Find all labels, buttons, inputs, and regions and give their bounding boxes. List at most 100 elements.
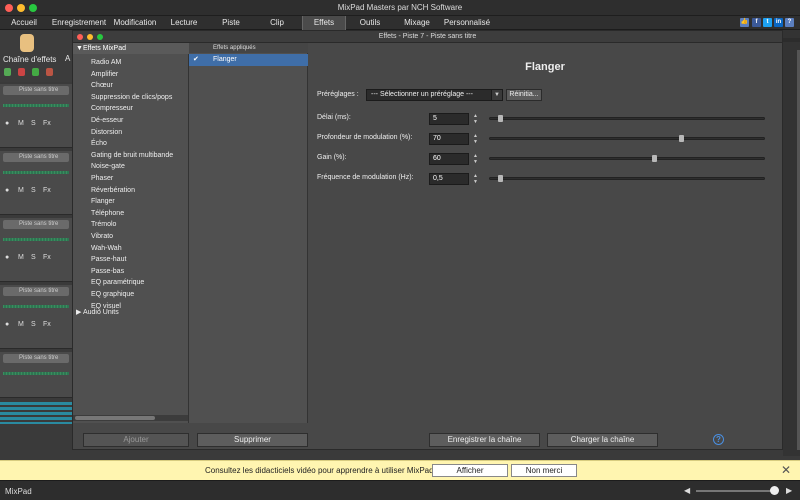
delay-stepper[interactable]: ▲ ▼ <box>472 113 479 125</box>
effect-list-item[interactable]: Chœur <box>91 82 113 89</box>
tree-root-mixpad[interactable]: ▼Effets MixPad <box>73 43 189 54</box>
track-header[interactable]: Piste sans titre ● M S Fx <box>0 285 72 349</box>
mute-button[interactable]: M <box>18 187 24 194</box>
preset-dropdown[interactable]: --- Sélectionner un préréglage --- <box>366 89 503 101</box>
effect-list-item[interactable]: Trémolo <box>91 221 116 228</box>
linkedin-icon[interactable]: in <box>774 18 783 27</box>
depth-input[interactable]: 70 <box>429 133 469 145</box>
solo-button[interactable]: S <box>31 187 36 194</box>
remove-button[interactable]: Supprimer <box>197 433 308 447</box>
like-icon[interactable]: 👍 <box>740 18 749 27</box>
track-header[interactable]: Piste sans titre ● M S Fx <box>0 218 72 282</box>
track-header[interactable]: Piste sans titre ● M S Fx <box>0 151 72 215</box>
rate-input[interactable]: 0,5 <box>429 173 469 185</box>
effect-list-item[interactable]: Réverbération <box>91 187 135 194</box>
mute-button[interactable]: M <box>18 321 24 328</box>
depth-slider[interactable] <box>489 135 765 142</box>
import-icon[interactable] <box>32 68 39 76</box>
tab-modification[interactable]: Modification <box>110 16 160 30</box>
gain-slider[interactable] <box>489 155 765 162</box>
track-header[interactable]: Piste sans titre ● M S Fx <box>0 84 72 148</box>
effect-list-item[interactable]: EQ paramétrique <box>91 279 144 286</box>
fx-button[interactable]: Fx <box>43 254 51 261</box>
track-name[interactable]: Piste sans titre <box>3 220 69 229</box>
close-icon[interactable]: ✕ <box>781 463 791 477</box>
reset-button[interactable]: Réinitia... <box>506 89 542 101</box>
rate-slider[interactable] <box>489 175 765 182</box>
effect-list-item[interactable]: Flanger <box>91 198 115 205</box>
enabled-checkbox[interactable]: ✔ <box>193 56 201 64</box>
effect-list-item[interactable]: Vibrato <box>91 233 113 240</box>
applied-effect-row[interactable]: ✔ Flanger <box>189 54 308 66</box>
effect-list-item[interactable]: Noise-gate <box>91 163 125 170</box>
mute-button[interactable]: M <box>18 254 24 261</box>
tab-clip[interactable]: Clip <box>262 16 292 30</box>
rate-stepper[interactable]: ▲ ▼ <box>472 173 479 185</box>
tab-enregistrement[interactable]: Enregistrement <box>50 16 108 30</box>
help-menu-icon[interactable]: ? <box>785 18 794 27</box>
dialog-zoom-button[interactable] <box>97 34 103 40</box>
effect-chain-icon[interactable] <box>20 34 34 52</box>
tree-node-audio-units[interactable]: ▶ Audio Units <box>76 308 119 316</box>
gain-input[interactable]: 60 <box>429 153 469 165</box>
solo-button[interactable]: S <box>31 254 36 261</box>
effect-list-item[interactable]: Téléphone <box>91 210 124 217</box>
track-name[interactable]: Piste sans titre <box>3 86 69 95</box>
help-icon[interactable]: ? <box>713 434 724 445</box>
twitter-icon[interactable]: t <box>763 18 772 27</box>
delay-slider[interactable] <box>489 115 765 122</box>
effect-list-item[interactable]: Phaser <box>91 175 113 182</box>
tab-accueil[interactable]: Accueil <box>4 16 44 30</box>
fx-button[interactable]: Fx <box>43 120 51 127</box>
slider-thumb[interactable] <box>498 175 504 182</box>
facebook-icon[interactable]: f <box>752 18 761 27</box>
slider-thumb[interactable] <box>498 115 504 122</box>
dialog-close-button[interactable] <box>77 34 83 40</box>
save-chain-button[interactable]: Enregistrer la chaîne <box>429 433 540 447</box>
dialog-minimize-button[interactable] <box>87 34 93 40</box>
show-button[interactable]: Afficher <box>432 464 508 477</box>
tab-piste[interactable]: Piste <box>216 16 246 30</box>
timeline-overview[interactable] <box>0 402 72 424</box>
effect-list-item[interactable]: EQ graphique <box>91 291 134 298</box>
effect-list-item[interactable]: Distorsion <box>91 129 122 136</box>
solo-button[interactable]: S <box>31 120 36 127</box>
track-name[interactable]: Piste sans titre <box>3 287 69 296</box>
track-name[interactable]: Piste sans titre <box>3 153 69 162</box>
effect-list-item[interactable]: Radio AM <box>91 59 121 66</box>
gain-stepper[interactable]: ▲ ▼ <box>472 153 479 165</box>
effect-list-item[interactable]: Suppression de clics/pops <box>91 94 172 101</box>
tab-outils[interactable]: Outils <box>354 16 386 30</box>
fx-button[interactable]: Fx <box>43 187 51 194</box>
slider-thumb[interactable] <box>679 135 684 142</box>
effect-list-item[interactable]: Gating de bruit multibande <box>91 152 173 159</box>
add-track-icon[interactable] <box>4 68 11 76</box>
effect-list-item[interactable]: Passe-bas <box>91 268 124 275</box>
master-volume-slider[interactable] <box>696 490 776 492</box>
effect-list-item[interactable]: Compresseur <box>91 105 133 112</box>
track-name[interactable]: Piste sans titre <box>3 354 69 363</box>
solo-button[interactable]: S <box>31 321 36 328</box>
track-header[interactable]: Piste sans titre <box>0 352 72 398</box>
chevron-down-icon[interactable]: ▼ <box>491 89 503 101</box>
effect-list-item[interactable]: Passe-haut <box>91 256 126 263</box>
fx-button[interactable]: Fx <box>43 321 51 328</box>
volume-slider-thumb[interactable] <box>770 486 779 495</box>
effect-list-item[interactable]: Écho <box>91 140 107 147</box>
no-thanks-button[interactable]: Non merci <box>511 464 577 477</box>
depth-stepper[interactable]: ▲ ▼ <box>472 133 479 145</box>
tab-lecture[interactable]: Lecture <box>166 16 202 30</box>
mute-button[interactable]: M <box>18 120 24 127</box>
delay-input[interactable]: 5 <box>429 113 469 125</box>
horizontal-scrollbar[interactable] <box>73 415 188 421</box>
effect-list-item[interactable]: Dé-esseur <box>91 117 123 124</box>
add-button[interactable]: Ajouter <box>83 433 189 447</box>
tab-personnalise[interactable]: Personnalisé <box>442 16 492 30</box>
load-chain-button[interactable]: Charger la chaîne <box>547 433 658 447</box>
remove-track-icon[interactable] <box>46 68 53 76</box>
tab-effets[interactable]: Effets <box>302 16 346 30</box>
tab-mixage[interactable]: Mixage <box>400 16 434 30</box>
slider-thumb[interactable] <box>652 155 657 162</box>
record-icon[interactable] <box>18 68 25 76</box>
effect-list-item[interactable]: Wah-Wah <box>91 245 122 252</box>
